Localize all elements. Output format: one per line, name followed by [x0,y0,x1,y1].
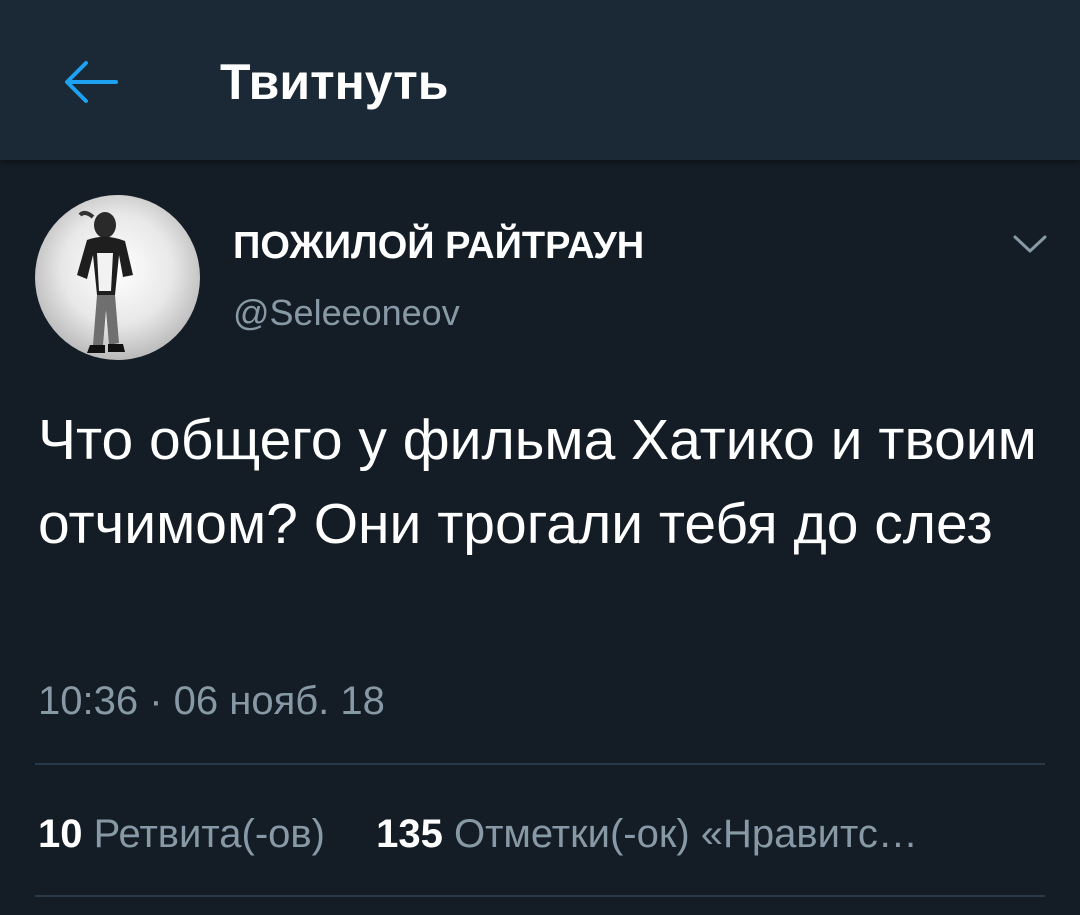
more-options-button[interactable] [1008,222,1052,266]
back-button[interactable] [50,50,130,114]
divider [35,763,1045,765]
tweet-detail: ПОЖИЛОЙ РАЙТРАУН @Seleeoneov Что общего … [0,160,1080,915]
retweets-stat[interactable]: 10 Ретвита(-ов) [38,808,325,860]
avatar[interactable] [35,195,200,360]
likes-stat[interactable]: 135 Отметки(-ок) «Нравитс… [376,808,918,860]
avatar-photo-icon [77,210,133,353]
tweet-text: Что общего у фильма Хатико и твоим отчим… [38,408,1037,556]
arrow-left-icon [65,61,118,103]
likes-count: 135 [376,812,443,856]
likes-label: Отметки(-ок) «Нравитс… [453,812,918,856]
chevron-down-icon [1013,235,1047,253]
author-handle[interactable]: @Seleeoneov [233,290,460,336]
top-app-bar: Твитнуть [0,0,1080,160]
tweet-stats: 10 Ретвита(-ов) 135 Отметки(-ок) «Нравит… [38,808,1038,860]
tweet-timestamp[interactable]: 10:36 · 06 нояб. 18 [38,675,385,727]
divider [35,895,1045,897]
retweets-count: 10 [38,812,83,856]
retweets-label: Ретвита(-ов) [93,812,325,856]
author-name[interactable]: ПОЖИЛОЙ РАЙТРАУН [233,222,644,270]
page-title: Твитнуть [220,54,449,110]
